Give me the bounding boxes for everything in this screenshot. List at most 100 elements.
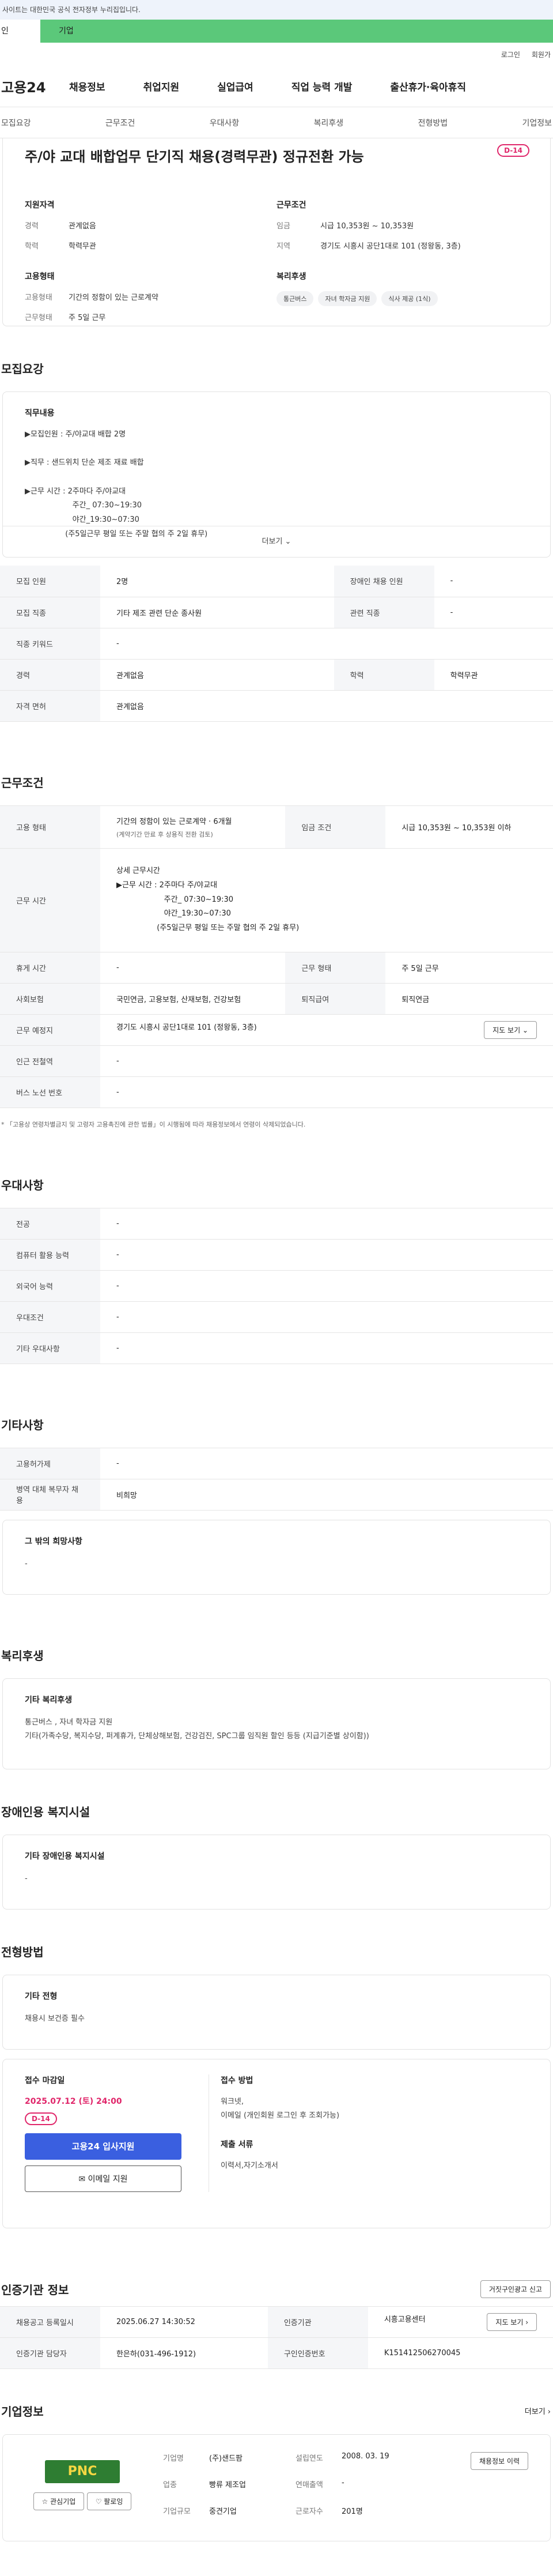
report-button[interactable]: 거짓구인광고 신고 xyxy=(480,2280,551,2298)
job-desc-text: ▶모집인원 : 주/야교대 배합 2명 ▶직무 : 샌드위치 단순 제조 재료 … xyxy=(25,430,208,538)
cell-value: - xyxy=(100,1332,553,1364)
welfare-chip: 식사 제공 (1식) xyxy=(381,291,438,306)
tab-preference[interactable]: 우대사항 xyxy=(210,117,240,129)
cell-label: 경력 xyxy=(0,659,100,691)
disabled-box: 기타 장애인용 복지시설 - xyxy=(2,1834,551,1910)
cell-label: 직종 키워드 xyxy=(0,628,100,660)
tab-recruit[interactable]: 모집요강 xyxy=(1,117,31,129)
gnb-item-leave[interactable]: 출산휴가·육아휴직 xyxy=(390,79,466,93)
emp-type-note: (계약기간 만료 후 상용직 전환 검토) xyxy=(116,830,213,838)
cell-label: 장애인 채용 인원 xyxy=(334,566,434,597)
tab-company[interactable]: 기업 xyxy=(40,20,553,43)
table-row: 컴퓨터 활용 능력 - xyxy=(0,1239,553,1271)
cell-label: 퇴직급여 xyxy=(285,983,386,1015)
cell-value: - xyxy=(100,1208,553,1240)
gov-notice-text: 사이트는 대한민국 공식 전자정부 누리집입니다. xyxy=(2,6,141,14)
info-value: (주)샌드팜 xyxy=(209,2454,243,2463)
map-button[interactable]: 지도 보기 ⌄ xyxy=(484,1020,537,1039)
kv-label: 임금 xyxy=(276,222,290,231)
utility-links: 로그인 회원가 xyxy=(0,43,553,66)
cell-label: 기타 우대사항 xyxy=(0,1332,100,1364)
cell-value: 기타 제조 관련 단순 종사원 xyxy=(100,597,334,628)
table-row: 버스 노선 번호 - xyxy=(0,1076,553,1108)
kv-value: 시급 10,353원 ~ 10,353원 xyxy=(320,222,414,231)
kv-label: 경력 xyxy=(25,222,39,231)
cell-label: 근무 시간 xyxy=(0,848,100,952)
tab-individual[interactable]: 인 xyxy=(0,20,40,43)
cell-label: 근무 예정지 xyxy=(0,1014,100,1046)
info-value: 2008. 03. 19 xyxy=(342,2451,389,2461)
tab-welfare[interactable]: 복리후생 xyxy=(314,117,344,129)
table-row: 직종 키워드 - xyxy=(0,628,553,660)
cell-value: 경기도 시흥시 공단1대로 101 (정왕동, 3층) 지도 보기 ⌄ xyxy=(100,1014,553,1046)
cell-label: 사회보험 xyxy=(0,983,100,1015)
follow-button[interactable]: ♡ 팔로잉 xyxy=(86,2492,132,2510)
email-apply-button[interactable]: ✉ 이메일 지원 xyxy=(25,2165,181,2192)
cell-value: 주 5일 근무 xyxy=(385,952,553,984)
global-nav: 고용24 채용정보 취업지원 실업급여 직업 능력 개발 출산휴가·육아휴직 xyxy=(0,66,553,107)
welfare-section-title: 복리후생 xyxy=(1,1648,44,1663)
login-link[interactable]: 로그인 xyxy=(501,50,520,59)
welfare-box: 기타 복리후생 통근버스 , 자녀 학자금 지원 기타(가족수당, 복지수당, … xyxy=(2,1678,551,1769)
cell-label: 외국어 능력 xyxy=(0,1270,100,1302)
agency-table: 채용공고 등록일시 2025.06.27 14:30:52 인증기관 시흥고용센터 지도… xyxy=(0,2306,553,2369)
selection-box: 기타 전형 채용시 보건증 필수 xyxy=(2,1974,551,2050)
info-label: 근로자수 xyxy=(296,2507,323,2516)
cell-value: 2명 xyxy=(100,566,334,597)
kv-label: 근무형태 xyxy=(25,314,52,322)
signup-link[interactable]: 회원가 xyxy=(532,50,551,59)
gnb-item-unemployment[interactable]: 실업급여 xyxy=(217,79,253,93)
gnb-item-support[interactable]: 취업지원 xyxy=(143,79,180,93)
cell-value: 국민연금, 고용보험, 산재보험, 건강보험 xyxy=(100,983,286,1015)
table-row: 기타 우대사항 - xyxy=(0,1332,553,1364)
deadline-date: 2025.07.12 (토) 24:00 xyxy=(25,2096,122,2106)
cell-value: - xyxy=(100,1045,553,1077)
tab-company[interactable]: 기업정보 xyxy=(522,117,552,129)
cell-value: 관계없음 xyxy=(100,659,334,691)
kv-value: 주 5일 근무 xyxy=(69,314,106,322)
cell-value: - xyxy=(434,566,553,597)
gov-notice-bar: 사이트는 대한민국 공식 전자정부 누리집입니다. xyxy=(0,0,553,20)
cell-label: 채용공고 등록일시 xyxy=(0,2306,100,2338)
company-card: PNC ☆ 관심기업 ♡ 팔로잉 기업명 (주)샌드팜 설립연도 2008. 03. … xyxy=(2,2434,551,2541)
info-value: 201명 xyxy=(342,2507,363,2516)
cell-label: 인증기관 담당자 xyxy=(0,2337,100,2369)
pref-section-title: 우대사항 xyxy=(1,1178,44,1192)
table-row: 사회보험 국민연금, 고용보험, 산재보험, 건강보험 퇴직급여 퇴직연금 xyxy=(0,983,553,1015)
pref-table: 전공 - 컴퓨터 활용 능력 - 외국어 능력 - 우대조건 - 기타 우대사항 - xyxy=(0,1207,553,1364)
disabled-box-heading: 기타 장애인용 복지시설 xyxy=(25,1851,105,1861)
kv-label: 학력 xyxy=(25,242,39,251)
hiring-history-button[interactable]: 채용정보 이력 xyxy=(470,2451,528,2470)
cell-value: 상세 근무시간 ▶근무 시간 : 2주마다 주/야교대 주간_ 07:30~19… xyxy=(100,848,553,952)
info-label: 설립연도 xyxy=(296,2454,323,2463)
welfare-box-heading: 기타 복리후생 xyxy=(25,1695,73,1705)
cell-value: 퇴직연금 xyxy=(385,983,553,1015)
tab-selection[interactable]: 전형방법 xyxy=(418,117,448,129)
apply-card: 접수 마감일 2025.07.12 (토) 24:00 D-14 고용24 입사… xyxy=(2,2058,551,2228)
apply-button[interactable]: 고용24 입사지원 xyxy=(25,2133,181,2160)
cell-value: - xyxy=(100,952,286,984)
user-type-tabs: 인 기업 xyxy=(0,20,553,43)
site-logo[interactable]: 고용24 xyxy=(0,76,69,96)
table-row: 근무 예정지 경기도 시흥시 공단1대로 101 (정왕동, 3층) 지도 보기 ⌄ xyxy=(0,1014,553,1046)
fav-company-button[interactable]: ☆ 관심기업 xyxy=(33,2492,85,2510)
tab-conditions[interactable]: 근무조건 xyxy=(105,117,135,129)
qual-heading: 지원자격 xyxy=(25,201,55,210)
cell-value: 2025.06.27 14:30:52 xyxy=(100,2306,268,2338)
gnb-item-jobs[interactable]: 채용정보 xyxy=(69,79,105,93)
cell-value: 기간의 정함이 있는 근로계약 · 6개월 (계약기간 만료 후 상용직 전환 검… xyxy=(100,805,286,849)
cell-label: 병역 대체 복무자 채용 xyxy=(0,1479,100,1511)
cell-value: 학력무관 xyxy=(434,659,553,691)
cell-value: 시흥고용센터 지도 보기 › xyxy=(368,2306,553,2338)
agency-map-button[interactable]: 지도 보기 › xyxy=(487,2313,537,2331)
table-row: 우대조건 - xyxy=(0,1301,553,1333)
section-tabs: 모집요강 근무조건 우대사항 복리후생 전형방법 기업정보 xyxy=(0,107,553,138)
info-value: 중견기업 xyxy=(209,2507,237,2516)
cell-label: 고용허가제 xyxy=(0,1448,100,1479)
company-more-link[interactable]: 더보기 › xyxy=(525,2405,551,2416)
gnb-item-training[interactable]: 직업 능력 개발 xyxy=(291,79,353,93)
cell-label: 인근 전철역 xyxy=(0,1045,100,1077)
work-address: 경기도 시흥시 공단1대로 101 (정왕동, 3층) xyxy=(116,1023,257,1032)
cell-value: 한은하(031-496-1912) xyxy=(100,2337,268,2369)
cell-label: 인증기관 xyxy=(267,2306,368,2338)
